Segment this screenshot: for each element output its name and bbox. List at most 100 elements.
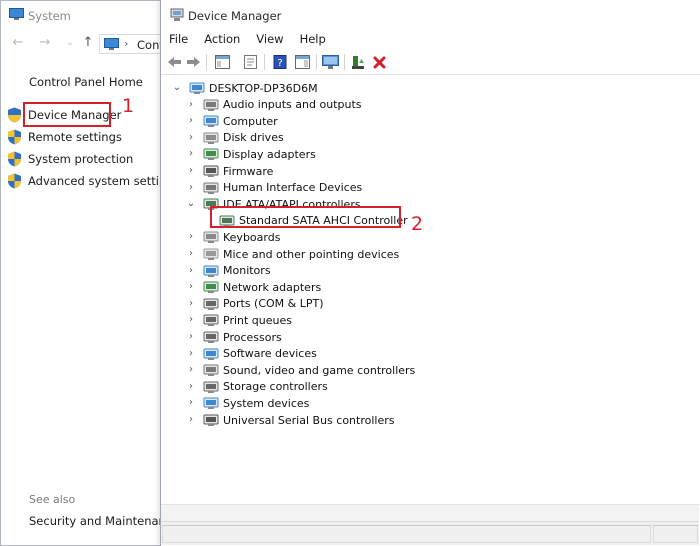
toolbar-separator xyxy=(344,54,345,70)
tree-item-label: Display adapters xyxy=(223,147,316,161)
sound-controller-icon xyxy=(203,364,219,377)
system-protection-link[interactable]: System protection xyxy=(7,149,133,169)
menu-file[interactable]: File xyxy=(161,31,196,50)
uac-shield-icon xyxy=(8,151,21,167)
action-pane-button[interactable] xyxy=(293,53,311,71)
expand-chevron-right-icon[interactable]: › xyxy=(185,163,197,179)
menu-action[interactable]: Action xyxy=(196,31,248,50)
security-and-maintenance-link[interactable]: Security and Maintenance xyxy=(29,514,179,528)
advanced-system-settings-link[interactable]: Advanced system settings xyxy=(7,171,180,191)
tree-category[interactable]: › Keyboards xyxy=(185,229,280,245)
expand-chevron-right-icon[interactable]: › xyxy=(185,312,197,328)
tree-item-label: Software devices xyxy=(223,347,317,361)
properties-sheet-icon xyxy=(243,55,257,69)
tree-item-label: Human Interface Devices xyxy=(223,181,363,195)
forward-arrow-icon xyxy=(186,57,200,67)
recent-chevron-icon[interactable]: ⌄ xyxy=(63,35,77,51)
show-hide-console-tree-button[interactable] xyxy=(213,53,231,71)
remote-settings-link[interactable]: Remote settings xyxy=(7,127,122,147)
scrollbar-track[interactable] xyxy=(161,505,699,521)
red-x-icon xyxy=(373,56,385,68)
forward-arrow-icon[interactable]: → xyxy=(38,35,52,51)
tree-category[interactable]: › Print queues xyxy=(185,312,292,328)
printer-icon xyxy=(203,314,219,327)
address-bar[interactable]: › Cont xyxy=(99,34,164,54)
menu-help[interactable]: Help xyxy=(292,31,334,50)
tree-category[interactable]: › Computer xyxy=(185,113,278,129)
expand-chevron-right-icon[interactable]: › xyxy=(185,296,197,312)
expand-chevron-right-icon[interactable]: › xyxy=(185,97,197,113)
back-arrow-icon[interactable]: ← xyxy=(11,35,25,51)
help-button[interactable]: ? xyxy=(271,53,289,71)
speaker-icon xyxy=(203,99,219,111)
tree-category[interactable]: › Universal Serial Bus controllers xyxy=(185,412,394,428)
menu-bar: File Action View Help xyxy=(161,31,700,50)
computer-icon xyxy=(104,38,119,50)
tree-category[interactable]: › Sound, video and game controllers xyxy=(185,362,415,378)
update-driver-icon xyxy=(351,55,364,69)
expand-chevron-right-icon[interactable]: › xyxy=(185,146,197,162)
expand-chevron-right-icon[interactable]: › xyxy=(185,329,197,345)
tree-category[interactable]: › System devices xyxy=(185,395,309,411)
back-button[interactable] xyxy=(165,53,183,71)
tree-item-label: Print queues xyxy=(223,313,292,327)
expand-chevron-down-icon[interactable]: ⌄ xyxy=(185,196,197,212)
scan-monitor-icon xyxy=(321,54,339,69)
tree-category[interactable]: › Software devices xyxy=(185,346,317,362)
properties-button[interactable] xyxy=(241,53,259,71)
uac-shield-icon xyxy=(8,173,21,189)
tree-category[interactable]: › Human Interface Devices xyxy=(185,180,362,196)
tree-item-label: Processors xyxy=(223,330,282,344)
expand-chevron-right-icon[interactable]: › xyxy=(185,279,197,295)
expand-chevron-right-icon[interactable]: › xyxy=(185,229,197,245)
status-pane-main xyxy=(162,525,651,543)
device-manager-app-icon xyxy=(170,8,184,21)
expand-chevron-right-icon[interactable]: › xyxy=(185,346,197,362)
tree-root-label: DESKTOP-DP36D6M xyxy=(209,81,318,95)
forward-button[interactable] xyxy=(184,53,202,71)
expand-chevron-right-icon[interactable]: › xyxy=(185,395,197,411)
disk-drive-icon xyxy=(203,132,219,144)
expand-chevron-right-icon[interactable]: › xyxy=(185,180,197,196)
expand-chevron-right-icon[interactable]: › xyxy=(185,246,197,262)
display-adapter-icon xyxy=(203,148,219,161)
tree-category[interactable]: › Firmware xyxy=(185,163,273,179)
control-panel-home-link[interactable]: Control Panel Home xyxy=(29,75,143,89)
expand-chevron-right-icon[interactable]: › xyxy=(185,379,197,395)
tree-category[interactable]: › Processors xyxy=(185,329,282,345)
tree-item-label: Mice and other pointing devices xyxy=(223,247,400,261)
uninstall-device-button[interactable] xyxy=(370,53,388,71)
update-driver-button[interactable] xyxy=(349,53,367,71)
tree-category[interactable]: › Monitors xyxy=(185,263,271,279)
tree-item-label: Sound, video and game controllers xyxy=(223,363,416,377)
expand-chevron-right-icon[interactable]: › xyxy=(185,130,197,146)
scan-for-hardware-changes-button[interactable] xyxy=(321,53,339,71)
tree-category[interactable]: › Network adapters xyxy=(185,279,321,295)
tree-root-computer[interactable]: ⌄ DESKTOP-DP36D6M xyxy=(171,80,318,96)
tree-category[interactable]: › Disk drives xyxy=(185,130,284,146)
tree-category[interactable]: › Display adapters xyxy=(185,146,316,162)
tree-category[interactable]: › Storage controllers xyxy=(185,379,328,395)
action-pane-icon xyxy=(294,55,310,69)
device-tree: ⌄ DESKTOP-DP36D6M › Audio inputs and output… xyxy=(161,76,699,504)
expand-chevron-right-icon[interactable]: › xyxy=(185,263,197,279)
tree-category[interactable]: › Ports (COM & LPT) xyxy=(185,296,324,312)
step-1-callout: 1 xyxy=(122,95,135,117)
up-arrow-icon[interactable]: ↑ xyxy=(81,35,95,51)
processor-icon xyxy=(203,331,219,343)
tree-category[interactable]: › Mice and other pointing devices xyxy=(185,246,399,262)
tree-item-label: Monitors xyxy=(223,264,271,278)
firmware-chip-icon xyxy=(203,165,219,177)
expand-chevron-down-icon[interactable]: ⌄ xyxy=(171,80,183,96)
expand-chevron-right-icon[interactable]: › xyxy=(185,412,197,428)
tree-category[interactable]: › Audio inputs and outputs xyxy=(185,97,362,113)
see-also-heading: See also xyxy=(29,493,76,506)
expand-chevron-right-icon[interactable]: › xyxy=(185,113,197,129)
expand-chevron-right-icon[interactable]: › xyxy=(185,362,197,378)
system-protection-label: System protection xyxy=(28,152,134,166)
menu-view[interactable]: View xyxy=(248,31,291,50)
system-window-icon xyxy=(9,8,24,20)
horizontal-scrollbar[interactable] xyxy=(161,504,699,521)
system-left-pane: Control Panel Home Device Manager Remote… xyxy=(1,55,180,535)
toolbar-separator xyxy=(206,54,207,70)
